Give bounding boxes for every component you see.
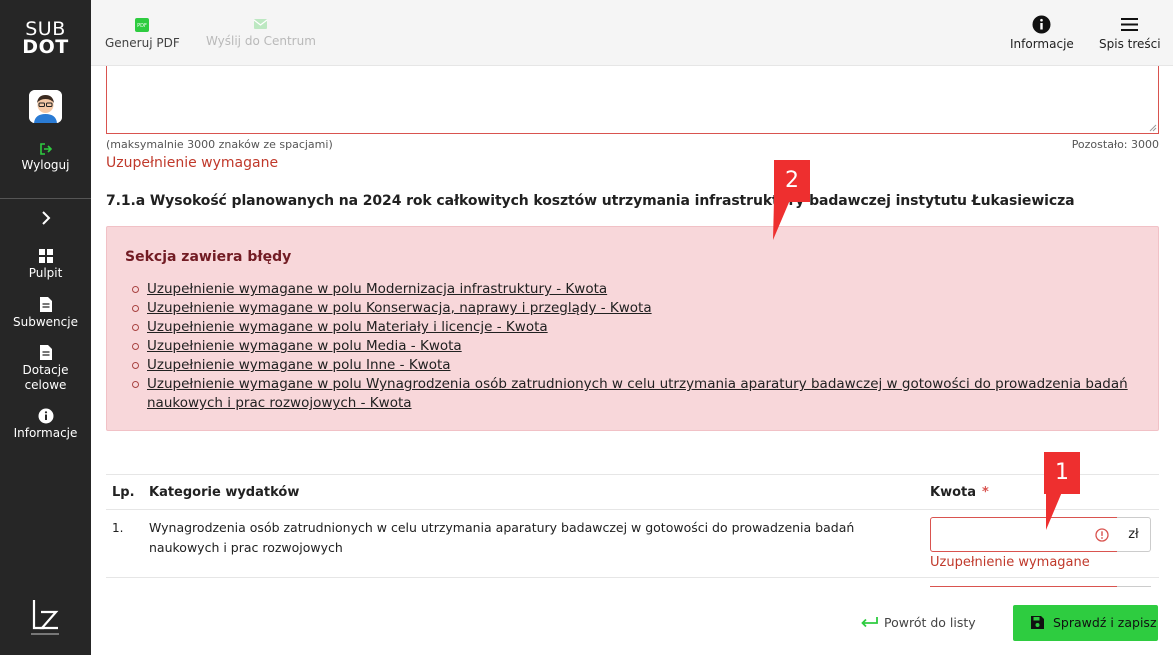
section-title: 7.1.a Wysokość planowanych na 2024 rok c… bbox=[106, 193, 1075, 209]
pdf-icon: PDF bbox=[135, 18, 150, 32]
error-summary-title: Sekcja zawiera błędy bbox=[125, 249, 292, 265]
expand-sidebar-button[interactable] bbox=[0, 210, 91, 229]
generate-pdf-button[interactable]: PDF Generuj PDF bbox=[105, 17, 180, 50]
textarea-hint: (maksymalnie 3000 znaków ze spacjami) bbox=[106, 138, 333, 151]
amount-input[interactable] bbox=[930, 517, 1118, 552]
save-disk-icon bbox=[1031, 616, 1044, 629]
send-mail-icon bbox=[253, 19, 268, 29]
info-icon bbox=[1032, 15, 1051, 34]
sidebar-item-label: Dotacje celowe bbox=[22, 363, 69, 392]
next-currency-unit bbox=[1117, 586, 1151, 590]
sidebar-item-pulpit[interactable]: Pulpit bbox=[0, 248, 91, 280]
send-to-center-button[interactable]: Wyślij do Centrum bbox=[206, 17, 316, 48]
column-header-amount-label: Kwota bbox=[930, 485, 977, 500]
error-link-inne[interactable]: Uzupełnienie wymagane w polu Inne - Kwot… bbox=[132, 356, 1137, 375]
app-logo[interactable]: SUB DOT bbox=[0, 20, 91, 58]
description-textarea[interactable] bbox=[106, 66, 1159, 134]
check-and-save-button[interactable]: Sprawdź i zapisz bbox=[1013, 605, 1158, 641]
footer-bar: Powrót do listy Sprawdź i zapisz bbox=[91, 591, 1173, 655]
table-of-contents-label: Spis treści bbox=[1099, 37, 1161, 51]
error-summary-box: Sekcja zawiera błędy Uzupełnienie wymaga… bbox=[106, 226, 1159, 431]
back-to-list-label: Powrót do listy bbox=[884, 615, 976, 630]
sidebar-item-informacje[interactable]: Informacje bbox=[0, 408, 91, 440]
callout-pointer-1 bbox=[1046, 492, 1062, 530]
error-link-materialy[interactable]: Uzupełnienie wymagane w polu Materiały i… bbox=[132, 318, 1137, 337]
table-of-contents-button[interactable]: Spis treści bbox=[1099, 15, 1161, 51]
error-link-wynagrodzenia[interactable]: Uzupełnienie wymagane w polu Wynagrodzen… bbox=[132, 375, 1137, 413]
logout-icon bbox=[39, 143, 52, 155]
callout-marker-1: 1 bbox=[1044, 452, 1080, 494]
amount-error-message: Uzupełnienie wymagane bbox=[930, 555, 1090, 570]
row-number: 1. bbox=[112, 521, 124, 535]
sidebar-divider bbox=[0, 198, 91, 199]
error-list: Uzupełnienie wymagane w polu Modernizacj… bbox=[132, 280, 1137, 413]
information-label: Informacje bbox=[1010, 37, 1074, 51]
user-avatar-icon bbox=[29, 90, 62, 123]
logout-button[interactable]: Wyloguj bbox=[0, 142, 91, 172]
lukasiewicz-logo bbox=[30, 598, 62, 638]
return-arrow-icon bbox=[861, 617, 878, 628]
column-header-lp: Lp. bbox=[112, 485, 135, 500]
lukasiewicz-logo-icon bbox=[31, 600, 59, 635]
table-row-separator bbox=[106, 577, 1159, 578]
sidebar-item-label: Subwencje bbox=[13, 315, 78, 329]
currency-unit: zł bbox=[1117, 517, 1151, 552]
document-icon bbox=[39, 297, 52, 312]
callout-marker-2: 2 bbox=[774, 160, 810, 202]
sidebar-item-subwencje[interactable]: Subwencje bbox=[0, 296, 91, 329]
document-icon bbox=[39, 345, 52, 360]
sidebar: SUB DOT Wyloguj Pulpit Subwencje Dotacje… bbox=[0, 0, 91, 655]
svg-text:PDF: PDF bbox=[138, 23, 148, 29]
chevron-right-icon bbox=[41, 211, 50, 225]
error-circle-icon bbox=[1095, 528, 1109, 542]
logout-label: Wyloguj bbox=[21, 158, 70, 172]
error-link-media[interactable]: Uzupełnienie wymagane w polu Media - Kwo… bbox=[132, 337, 1137, 356]
next-amount-input[interactable] bbox=[930, 586, 1118, 590]
check-and-save-label: Sprawdź i zapisz bbox=[1053, 615, 1157, 630]
column-header-amount: Kwota * bbox=[930, 485, 989, 500]
textarea-error-message: Uzupełnienie wymagane bbox=[106, 155, 279, 171]
logo-line-2: DOT bbox=[22, 36, 69, 58]
information-button[interactable]: Informacje bbox=[1010, 15, 1074, 51]
back-to-list-button[interactable]: Powrót do listy bbox=[860, 615, 976, 630]
row-category: Wynagrodzenia osób zatrudnionych w celu … bbox=[149, 520, 855, 555]
required-star: * bbox=[982, 485, 989, 500]
table-top-border bbox=[106, 474, 1159, 475]
menu-icon bbox=[1121, 18, 1139, 31]
resize-handle-icon[interactable] bbox=[1149, 124, 1157, 132]
sidebar-item-label: Informacje bbox=[13, 426, 78, 440]
main-content: (maksymalnie 3000 znaków ze spacjami) Po… bbox=[91, 66, 1173, 655]
info-icon bbox=[38, 408, 53, 424]
toolbar: PDF Generuj PDF Wyślij do Centrum Inform… bbox=[91, 0, 1173, 66]
grid-icon bbox=[38, 249, 53, 263]
remaining-characters: Pozostało: 3000 bbox=[1071, 138, 1159, 151]
avatar[interactable] bbox=[29, 90, 62, 123]
callout-pointer-2 bbox=[773, 200, 790, 240]
send-to-center-label: Wyślij do Centrum bbox=[206, 34, 316, 48]
sidebar-item-label: Pulpit bbox=[28, 266, 63, 280]
table-header-separator bbox=[106, 509, 1159, 510]
column-header-category: Kategorie wydatków bbox=[149, 485, 300, 500]
error-link-modernizacja[interactable]: Uzupełnienie wymagane w polu Modernizacj… bbox=[132, 280, 1137, 299]
sidebar-item-dotacje[interactable]: Dotacje celowe bbox=[0, 344, 91, 393]
generate-pdf-label: Generuj PDF bbox=[105, 36, 180, 50]
error-link-konserwacja[interactable]: Uzupełnienie wymagane w polu Konserwacja… bbox=[132, 299, 1137, 318]
